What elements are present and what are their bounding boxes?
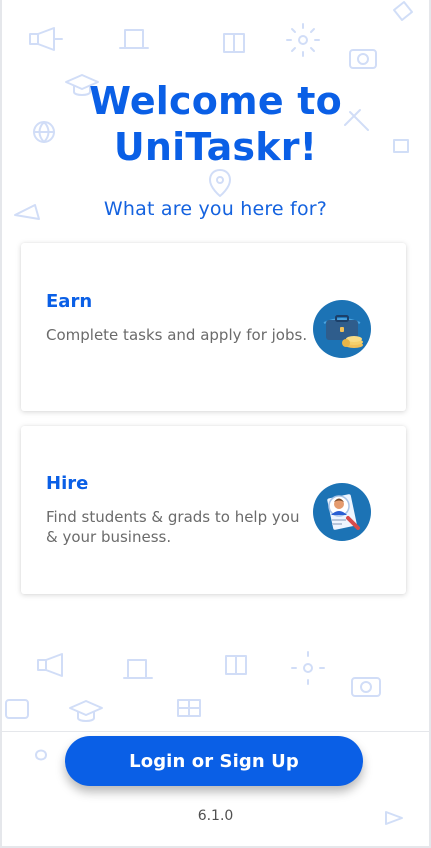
- earn-card-title: Earn: [46, 291, 93, 312]
- student-profile-icon: [313, 483, 371, 541]
- hire-card-title: Hire: [46, 473, 89, 494]
- app-version: 6.1.0: [197, 808, 234, 824]
- welcome-screen: Welcome to UniTaskr! What are you here f…: [0, 0, 431, 848]
- footer-divider: [0, 731, 431, 732]
- hire-card-description: Find students & grads to help you & your…: [46, 508, 300, 546]
- page-subtitle: What are you here for?: [103, 198, 328, 220]
- hire-option-card[interactable]: Hire Find students & grads to help you &…: [21, 426, 406, 594]
- page-title: Welcome to UniTaskr!: [0, 78, 431, 170]
- earn-card-description: Complete tasks and apply for jobs.: [46, 326, 308, 344]
- login-signup-button[interactable]: Login or Sign Up: [65, 736, 363, 786]
- briefcase-coins-icon: [313, 300, 371, 358]
- title-text: Welcome to UniTaskr!: [89, 79, 342, 169]
- earn-option-card[interactable]: Earn Complete tasks and apply for jobs.: [21, 243, 406, 411]
